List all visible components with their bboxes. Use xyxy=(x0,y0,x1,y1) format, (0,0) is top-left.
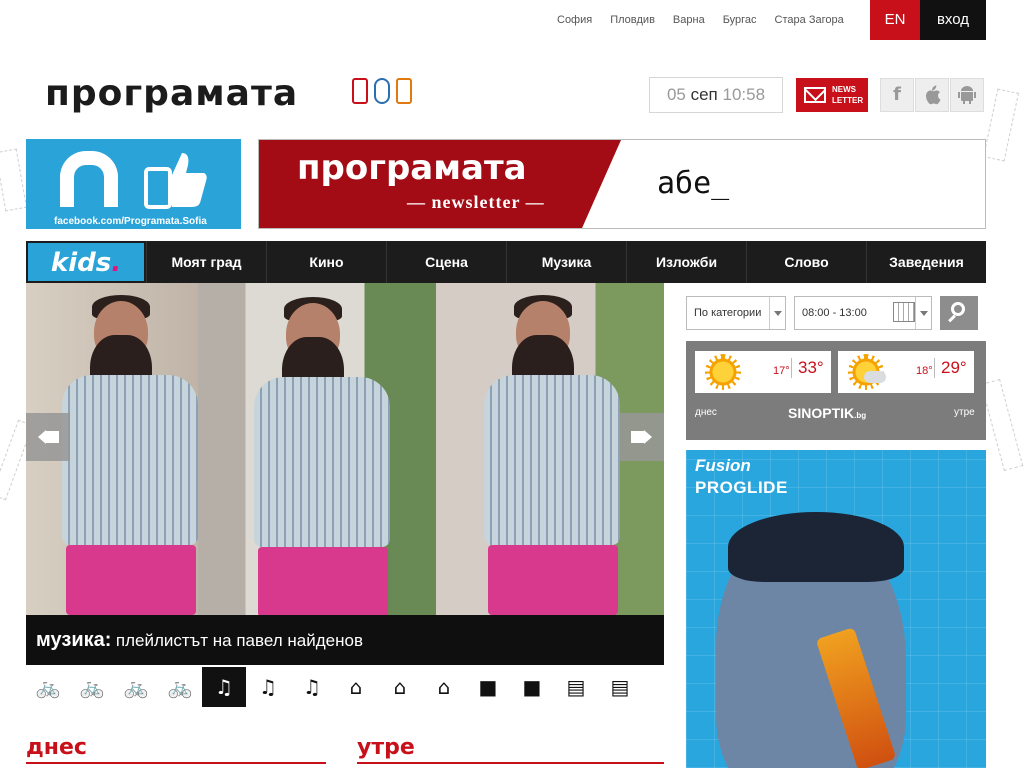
newsletter-button[interactable]: NEWS LETTER xyxy=(796,78,868,112)
museum-icon[interactable]: ⌂ xyxy=(334,667,378,707)
time-range-select[interactable]: 08:00 - 13:00 xyxy=(794,296,932,330)
programata-n-logo xyxy=(60,151,118,207)
site-logo[interactable]: програмата xyxy=(45,70,298,118)
sinoptik-logo[interactable]: SINOPTIK.bg xyxy=(788,405,866,421)
city-link-sofia[interactable]: София xyxy=(548,12,601,28)
bike-icon[interactable]: 🚲 xyxy=(114,667,158,707)
weather-tomorrow-label: утре xyxy=(954,407,975,418)
book-icon[interactable]: ▤ xyxy=(554,667,598,707)
today-max-temp: 33° xyxy=(791,358,824,378)
nav-item-my-city[interactable]: Моят град xyxy=(146,241,266,283)
facebook-banner[interactable]: facebook.com/Programata.Sofia xyxy=(26,139,241,229)
nav-item-cinema[interactable]: Кино xyxy=(266,241,386,283)
city-link-varna[interactable]: Варна xyxy=(664,12,714,28)
facebook-icon[interactable]: f xyxy=(880,78,914,112)
slider-thumbnails: 🚲 🚲 🚲 🚲 ♫ ♫ ♫ ⌂ ⌂ ⌂ ■ ■ ▤ ▤ xyxy=(26,667,642,707)
search-button[interactable] xyxy=(940,296,978,330)
music-note-icon[interactable]: ♫ xyxy=(290,667,334,707)
book-icon[interactable]: ▤ xyxy=(598,667,642,707)
film-camera-icon[interactable]: ■ xyxy=(466,667,510,707)
chevron-down-icon xyxy=(769,297,785,329)
film-camera-icon[interactable]: ■ xyxy=(510,667,554,707)
slide-title: плейлистът на павел найденов xyxy=(115,631,363,650)
nav-item-music[interactable]: Музика xyxy=(506,241,626,283)
weather-tomorrow: 18° 29° xyxy=(838,351,974,393)
nav-item-venues[interactable]: Заведения xyxy=(866,241,986,283)
tomorrow-min-temp: 18° xyxy=(916,365,933,377)
main-nav: kids. Моят град Кино Сцена Музика Изложб… xyxy=(26,241,986,283)
phone-icon xyxy=(396,78,412,104)
background-doodle xyxy=(0,148,28,212)
apple-icon[interactable] xyxy=(915,78,949,112)
music-note-icon[interactable]: ♫ xyxy=(202,667,246,707)
section-today-heading: днес xyxy=(26,735,87,760)
newsletter-label: NEWS LETTER xyxy=(832,85,864,105)
sun-icon xyxy=(705,354,741,390)
ad-brand-line1: Fusion xyxy=(695,456,751,475)
bike-icon[interactable]: 🚲 xyxy=(158,667,202,707)
featured-slider[interactable]: музика: плейлистът на павел найденов xyxy=(26,283,664,665)
bike-icon[interactable]: 🚲 xyxy=(70,667,114,707)
weather-today: 17° 33° xyxy=(695,351,831,393)
android-icon[interactable] xyxy=(950,78,984,112)
category-select[interactable]: По категории xyxy=(686,296,786,330)
newsletter-banner[interactable]: програмата — newsletter — абе_ xyxy=(258,139,986,229)
current-time: 10:58 xyxy=(722,85,766,104)
arrow-right-icon xyxy=(644,430,652,444)
weather-today-label: днес xyxy=(695,407,717,418)
login-button[interactable]: вход xyxy=(920,0,986,40)
museum-icon[interactable]: ⌂ xyxy=(378,667,422,707)
newsletter-banner-typed-text: абе_ xyxy=(657,166,730,201)
section-divider xyxy=(26,762,326,764)
date-month: сеп xyxy=(690,85,718,104)
thumbs-up-icon xyxy=(144,153,207,209)
ad-brand-line2: PROGLIDE xyxy=(695,478,788,497)
section-divider xyxy=(357,762,664,764)
newsletter-banner-brand: програмата xyxy=(297,148,527,188)
background-doodle xyxy=(980,378,1024,472)
envelope-icon xyxy=(804,87,826,103)
date-day: 05 xyxy=(666,85,686,104)
mouse-icon xyxy=(374,78,390,104)
date-time-display: 05 сеп 10:58 xyxy=(649,77,783,113)
music-note-icon[interactable]: ♫ xyxy=(246,667,290,707)
newsletter-banner-sub: — newsletter — xyxy=(407,192,545,212)
museum-icon[interactable]: ⌂ xyxy=(422,667,466,707)
language-en-button[interactable]: EN xyxy=(870,0,920,40)
slider-next-button[interactable] xyxy=(620,413,664,461)
city-link-burgas[interactable]: Бургас xyxy=(714,12,766,28)
city-nav: София Пловдив Варна Бургас Стара Загора xyxy=(548,12,853,28)
weather-widget[interactable]: 17° 33° 18° 29° днес SINOPTIK.bg утре xyxy=(686,341,986,440)
slider-prev-button[interactable] xyxy=(26,413,70,461)
slide-category: музика: xyxy=(36,629,112,651)
slide-caption[interactable]: музика: плейлистът на павел найденов xyxy=(26,615,664,665)
background-doodle xyxy=(982,88,1020,162)
nav-item-word[interactable]: Слово xyxy=(746,241,866,283)
calendar-icon xyxy=(893,302,915,322)
chevron-down-icon xyxy=(915,297,931,329)
facebook-url: facebook.com/Programata.Sofia xyxy=(54,216,207,227)
book-icon xyxy=(352,78,368,104)
city-link-plovdiv[interactable]: Пловдив xyxy=(601,12,664,28)
advertisement-banner[interactable]: Fusion PROGLIDE xyxy=(686,450,986,768)
kids-nav-button[interactable]: kids. xyxy=(26,241,146,283)
tomorrow-max-temp: 29° xyxy=(934,358,967,378)
nav-item-exhibitions[interactable]: Изложби xyxy=(626,241,746,283)
bike-icon[interactable]: 🚲 xyxy=(26,667,70,707)
nav-item-stage[interactable]: Сцена xyxy=(386,241,506,283)
city-link-stara-zagora[interactable]: Стара Загора xyxy=(766,12,853,28)
today-min-temp: 17° xyxy=(773,365,790,377)
logo-icons xyxy=(352,78,412,104)
section-tomorrow-heading: утре xyxy=(357,735,415,760)
